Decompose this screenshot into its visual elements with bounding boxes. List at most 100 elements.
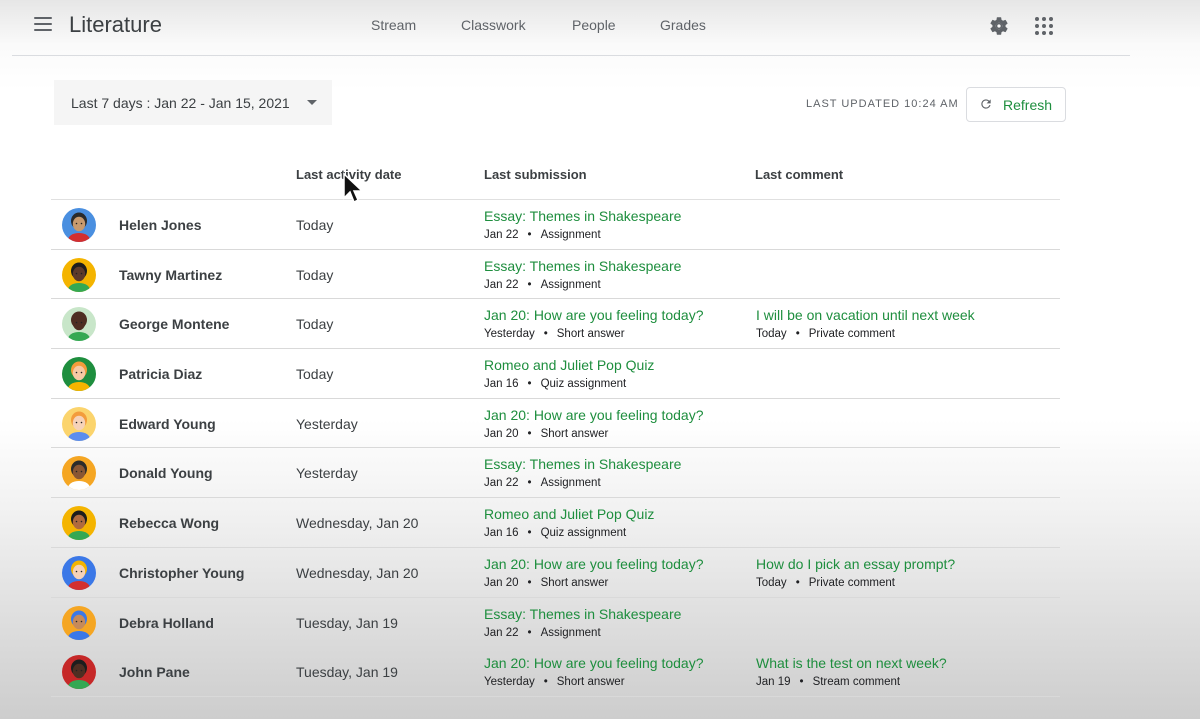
submission-link[interactable]: Jan 20: How are you feeling today? [484, 307, 703, 323]
submission-meta: Jan 16 • Quiz assignment [484, 378, 654, 390]
submission-meta: Jan 22 • Assignment [484, 279, 681, 291]
submission-date: Jan 20 [484, 576, 519, 589]
submission-meta: Jan 16 • Quiz assignment [484, 527, 654, 539]
separator-dot: • [543, 676, 548, 689]
separator-dot: • [543, 328, 548, 341]
table-row[interactable]: Edward Young Yesterday Jan 20: How are you… [51, 399, 1060, 449]
last-activity-date: Wednesday, Jan 20 [296, 564, 419, 581]
submission-meta: Jan 20 • Short answer [484, 577, 703, 589]
submission-date: Yesterday [484, 328, 535, 341]
separator-dot: • [527, 229, 532, 241]
tab-people[interactable]: People [572, 17, 616, 33]
date-range-dropdown[interactable]: Last 7 days : Jan 22 - Jan 15, 2021 [54, 80, 332, 125]
comment-type: Private comment [808, 576, 895, 589]
separator-dot: • [527, 626, 532, 639]
last-activity-date: Today [296, 217, 334, 233]
submission-type: Short answer [556, 328, 625, 341]
comment-type: Private comment [808, 328, 895, 341]
submission-type: Assignment [540, 229, 601, 241]
table-row[interactable]: Rebecca Wong Wednesday, Jan 20 Romeo and J… [51, 498, 1060, 548]
student-avatar [62, 208, 96, 242]
table-row[interactable]: Christopher Young Wednesday, Jan 20 Jan 20… [51, 548, 1060, 598]
student-name[interactable]: Helen Jones [119, 217, 201, 233]
submission-link[interactable]: Essay: Themes in Shakespeare [484, 208, 681, 224]
caret-down-icon [307, 100, 317, 105]
last-submission-cell: Essay: Themes in Shakespeare Jan 22 • Assig… [484, 258, 681, 291]
submission-type: Assignment [540, 278, 601, 291]
refresh-label: Refresh [1003, 97, 1053, 113]
table-row[interactable]: Debra Holland Tuesday, Jan 19 Essay: Theme… [51, 598, 1060, 648]
table-row[interactable]: Donald Young Yesterday Essay: Themes in Sh… [51, 448, 1060, 499]
comment-meta: Today • Private comment [756, 328, 975, 340]
comment-link[interactable]: I will be on vacation until next week [756, 307, 975, 323]
submission-type: Assignment [540, 477, 601, 490]
last-activity-date: Wednesday, Jan 20 [296, 515, 419, 532]
student-name[interactable]: Edward Young [119, 416, 216, 432]
submission-type: Short answer [540, 427, 609, 440]
student-name[interactable]: Tawny Martinez [119, 267, 222, 283]
student-name[interactable]: George Montene [119, 316, 229, 332]
student-name[interactable]: Christopher Young [119, 565, 244, 581]
comment-link[interactable]: How do I pick an essay prompt? [756, 556, 955, 572]
last-submission-cell: Essay: Themes in Shakespeare Jan 22 • Assig… [484, 456, 681, 489]
last-comment-cell: How do I pick an essay prompt? Today • Priv… [756, 556, 955, 589]
last-activity-date: Today [296, 316, 334, 333]
table-row[interactable]: Patricia Diaz Today Romeo and Juliet Pop Q… [51, 349, 1060, 399]
comment-date: Today [756, 576, 787, 589]
column-header-last-comment[interactable]: Last comment [755, 167, 843, 182]
last-activity-date: Tuesday, Jan 19 [296, 614, 398, 631]
submission-type: Quiz assignment [540, 527, 627, 540]
comment-meta: Jan 19 • Stream comment [756, 676, 947, 688]
date-range-label: Last 7 days : Jan 22 - Jan 15, 2021 [71, 95, 290, 111]
submission-link[interactable]: Jan 20: How are you feeling today? [484, 556, 703, 572]
submission-date: Jan 22 [484, 278, 519, 291]
student-name[interactable]: Donald Young [119, 465, 213, 481]
separator-dot: • [795, 328, 800, 341]
student-avatar [62, 456, 96, 491]
table-row[interactable]: Tawny Martinez Today Essay: Themes in Shak… [51, 250, 1060, 300]
submission-date: Jan 22 [484, 229, 519, 241]
table-row[interactable]: John Pane Tuesday, Jan 19 Jan 20: How are … [51, 647, 1060, 697]
submission-meta: Jan 22 • Assignment [484, 477, 681, 489]
student-name[interactable]: Rebecca Wong [119, 515, 219, 531]
student-name[interactable]: Debra Holland [119, 615, 214, 631]
comment-date: Today [756, 328, 787, 341]
last-submission-cell: Jan 20: How are you feeling today? Jan 20… [484, 556, 703, 589]
submission-link[interactable]: Jan 20: How are you feeling today? [484, 407, 703, 423]
student-name[interactable]: Patricia Diaz [119, 366, 202, 382]
student-avatar [62, 555, 96, 590]
submission-link[interactable]: Jan 20: How are you feeling today? [484, 655, 703, 671]
table-row[interactable]: George Montene Today Jan 20: How are you f… [51, 299, 1060, 350]
top-app-bar: Literature Stream Classwork People Grade… [0, 0, 1200, 56]
tab-grades[interactable]: Grades [660, 17, 706, 33]
column-header-last-submission[interactable]: Last submission [484, 167, 587, 182]
student-avatar [62, 605, 96, 640]
submission-link[interactable]: Romeo and Juliet Pop Quiz [484, 357, 654, 373]
submission-date: Jan 16 [484, 378, 519, 391]
apps-grid-icon[interactable] [1035, 17, 1053, 35]
refresh-button[interactable]: Refresh [966, 87, 1066, 122]
submission-link[interactable]: Romeo and Juliet Pop Quiz [484, 506, 654, 522]
submission-link[interactable]: Essay: Themes in Shakespeare [484, 606, 681, 622]
student-avatar [62, 406, 96, 441]
comment-type: Stream comment [812, 676, 901, 689]
table-body: Helen Jones Today Essay: Themes in Shakesp… [51, 200, 1060, 697]
last-activity-date: Yesterday [296, 465, 358, 482]
table-row[interactable]: Helen Jones Today Essay: Themes in Shakesp… [51, 200, 1060, 250]
student-activity-table: Last activity date Last submission Last … [51, 150, 1060, 697]
last-submission-cell: Romeo and Juliet Pop Quiz Jan 16 • Quiz ass… [484, 357, 654, 390]
student-name[interactable]: John Pane [119, 664, 190, 680]
gear-icon[interactable] [988, 15, 1010, 37]
tab-stream[interactable]: Stream [371, 17, 416, 33]
separator-dot: • [527, 576, 532, 589]
class-nav-tabs: Stream Classwork People Grades [0, 17, 1200, 37]
submission-link[interactable]: Essay: Themes in Shakespeare [484, 456, 681, 472]
last-activity-date: Tuesday, Jan 19 [296, 664, 398, 681]
separator-dot: • [527, 477, 532, 490]
comment-link[interactable]: What is the test on next week? [756, 655, 947, 671]
submission-date: Jan 16 [484, 527, 519, 540]
tab-classwork[interactable]: Classwork [461, 17, 526, 33]
submission-link[interactable]: Essay: Themes in Shakespeare [484, 258, 681, 274]
separator-dot: • [527, 527, 532, 540]
student-avatar [62, 257, 96, 292]
